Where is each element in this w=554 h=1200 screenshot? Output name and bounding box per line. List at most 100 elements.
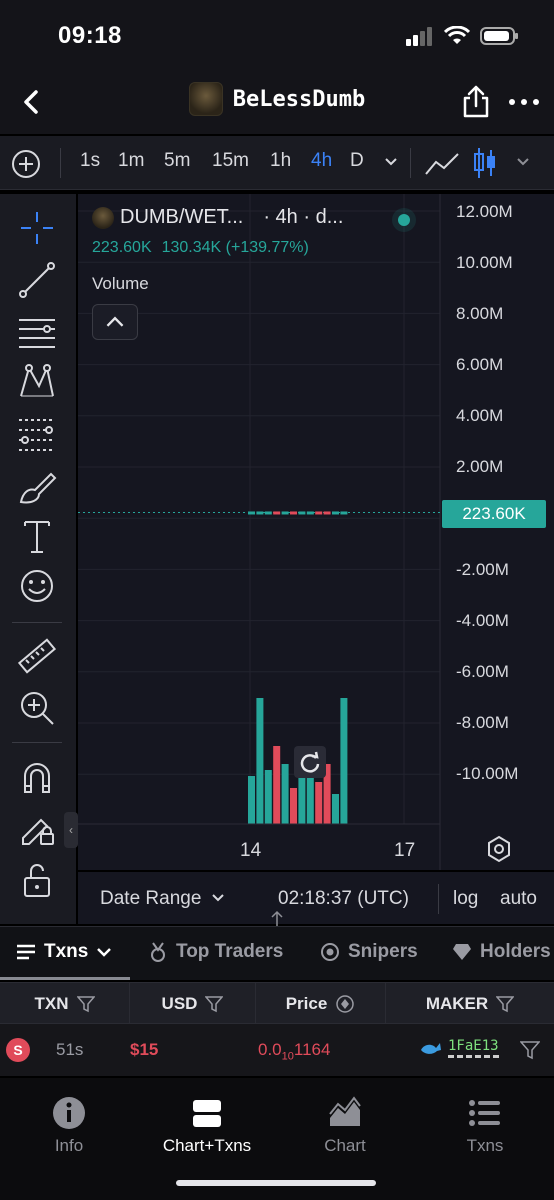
volume-bar: [315, 782, 323, 824]
nav-header: BeLessDumb: [0, 72, 554, 134]
price-candle: [340, 511, 348, 515]
ruler-icon[interactable]: [17, 636, 57, 676]
more-options-button[interactable]: [504, 84, 544, 120]
medal-icon: [151, 942, 165, 962]
table-row[interactable]: S 51s $15 0.0101164 1FaE13: [0, 1024, 554, 1076]
nav-info[interactable]: Info: [4, 1096, 134, 1156]
txn-age: 51s: [56, 1040, 84, 1059]
toolbar-divider: [410, 148, 411, 178]
filter-icon[interactable]: [76, 995, 95, 1013]
date-range-label: Date Range: [100, 888, 202, 909]
lock-drawings-icon[interactable]: [17, 808, 57, 848]
y-tick-label: 8.00M: [456, 304, 504, 323]
pattern-tool-icon[interactable]: [17, 362, 57, 402]
price-candle: [273, 511, 281, 515]
price-digits: 1164: [293, 1040, 331, 1059]
date-range-dropdown[interactable]: Date Range: [100, 888, 225, 910]
col-maker[interactable]: MAKER: [386, 983, 554, 1025]
x-tick-label: 14: [240, 840, 262, 861]
magnet-icon[interactable]: [17, 758, 57, 798]
diamond-icon: [453, 944, 471, 960]
col-label: Price: [285, 994, 328, 1013]
maker-address[interactable]: 1FaE13: [448, 1038, 499, 1058]
crosshair-icon[interactable]: [17, 208, 57, 248]
trend-line-icon[interactable]: [17, 260, 57, 300]
price-candle: [248, 511, 255, 515]
interval-dropdown-icon[interactable]: [382, 152, 400, 170]
interval-4h[interactable]: 4h: [311, 150, 332, 172]
zoom-in-icon[interactable]: [17, 688, 57, 728]
volume-collapse-button[interactable]: [92, 304, 138, 340]
battery-icon: [480, 27, 518, 45]
nav-label: Info: [54, 1136, 84, 1155]
col-usd[interactable]: USD: [130, 983, 256, 1025]
cellular-signal-icon: [406, 27, 432, 46]
tab-top-traders[interactable]: Top Traders: [148, 941, 283, 963]
interval-15m[interactable]: 15m: [212, 150, 249, 172]
interval-D[interactable]: D: [350, 150, 364, 172]
tab-label: Holders: [480, 941, 551, 962]
nav-chart[interactable]: Chart: [280, 1096, 410, 1156]
chart-legend: DUMB/WET... · 4h · d... 223.60K 130.34K …: [92, 206, 343, 257]
whale-icon: [421, 1043, 441, 1054]
filter-icon[interactable]: [496, 995, 515, 1013]
legend-token-avatar: [92, 206, 114, 229]
col-price[interactable]: Price: [256, 983, 386, 1025]
fib-retracement-icon[interactable]: [17, 414, 57, 454]
auto-scale-toggle[interactable]: auto: [500, 888, 537, 910]
y-tick-label: -6.00M: [456, 662, 509, 681]
toggle-currency-icon[interactable]: [335, 994, 355, 1014]
price-candle: [315, 511, 323, 515]
y-tick-label: 2.00M: [456, 457, 504, 476]
log-scale-toggle[interactable]: log: [453, 888, 478, 910]
line-chart-type-icon[interactable]: [424, 150, 460, 178]
interval-5m[interactable]: 5m: [164, 150, 190, 172]
brush-icon[interactable]: [17, 466, 57, 506]
y-tick-label: -10.00M: [456, 764, 519, 783]
data-tabs: Txns Top Traders Snipers Holders: [0, 926, 554, 980]
nav-label: Chart+Txns: [162, 1136, 252, 1155]
price-prefix: 0.0: [258, 1040, 282, 1059]
volume-bar: [256, 698, 264, 824]
price-candle: [264, 511, 272, 515]
toolbar-divider: [60, 148, 61, 178]
tab-snipers[interactable]: Snipers: [320, 941, 418, 963]
emoji-icon[interactable]: [17, 566, 57, 606]
current-price-tag: 223.60K: [442, 500, 546, 528]
interval-1m[interactable]: 1m: [118, 150, 144, 172]
target-icon: [321, 943, 339, 961]
share-button[interactable]: [458, 84, 494, 120]
y-tick-label: 12.00M: [456, 202, 513, 221]
chart-settings-icon[interactable]: [484, 834, 514, 864]
interval-1s[interactable]: 1s: [80, 150, 100, 172]
tab-txns[interactable]: Txns: [16, 941, 112, 963]
live-status-indicator: [392, 208, 416, 232]
filter-icon[interactable]: [205, 995, 224, 1013]
price-candle: [332, 511, 339, 515]
tab-holders[interactable]: Holders: [452, 941, 551, 963]
add-indicator-button[interactable]: [10, 148, 42, 180]
token-name: BeLessDumb: [232, 86, 366, 112]
unlock-icon[interactable]: [17, 860, 57, 900]
y-tick-label: -4.00M: [456, 611, 509, 630]
col-label: TXN: [34, 994, 69, 1013]
nav-txns[interactable]: Txns: [420, 1096, 550, 1156]
price-candle: [306, 511, 314, 515]
chevron-down-icon: [97, 948, 112, 957]
txn-usd: $15: [130, 1040, 159, 1059]
collapse-tools-button[interactable]: ‹: [64, 812, 78, 848]
text-tool-icon[interactable]: [17, 516, 57, 556]
nav-chart-txns[interactable]: Chart+Txns: [142, 1096, 272, 1156]
col-txn[interactable]: TXN: [0, 983, 130, 1025]
price-zero-count: 10: [281, 1050, 294, 1063]
utc-time: 02:18:37 (UTC): [278, 888, 409, 909]
txn-maker[interactable]: 1FaE13: [420, 1038, 499, 1058]
filter-maker-icon[interactable]: [520, 1040, 540, 1060]
reset-chart-button[interactable]: [294, 746, 326, 778]
candlestick-chart-type-icon[interactable]: [472, 146, 498, 180]
chart-area[interactable]: DUMB/WET... · 4h · d... 223.60K 130.34K …: [78, 194, 554, 870]
txn-price: 0.0101164: [258, 1040, 330, 1062]
interval-1h[interactable]: 1h: [270, 150, 291, 172]
horizontal-lines-icon[interactable]: [17, 312, 57, 352]
chart-type-dropdown-icon[interactable]: [514, 152, 532, 170]
